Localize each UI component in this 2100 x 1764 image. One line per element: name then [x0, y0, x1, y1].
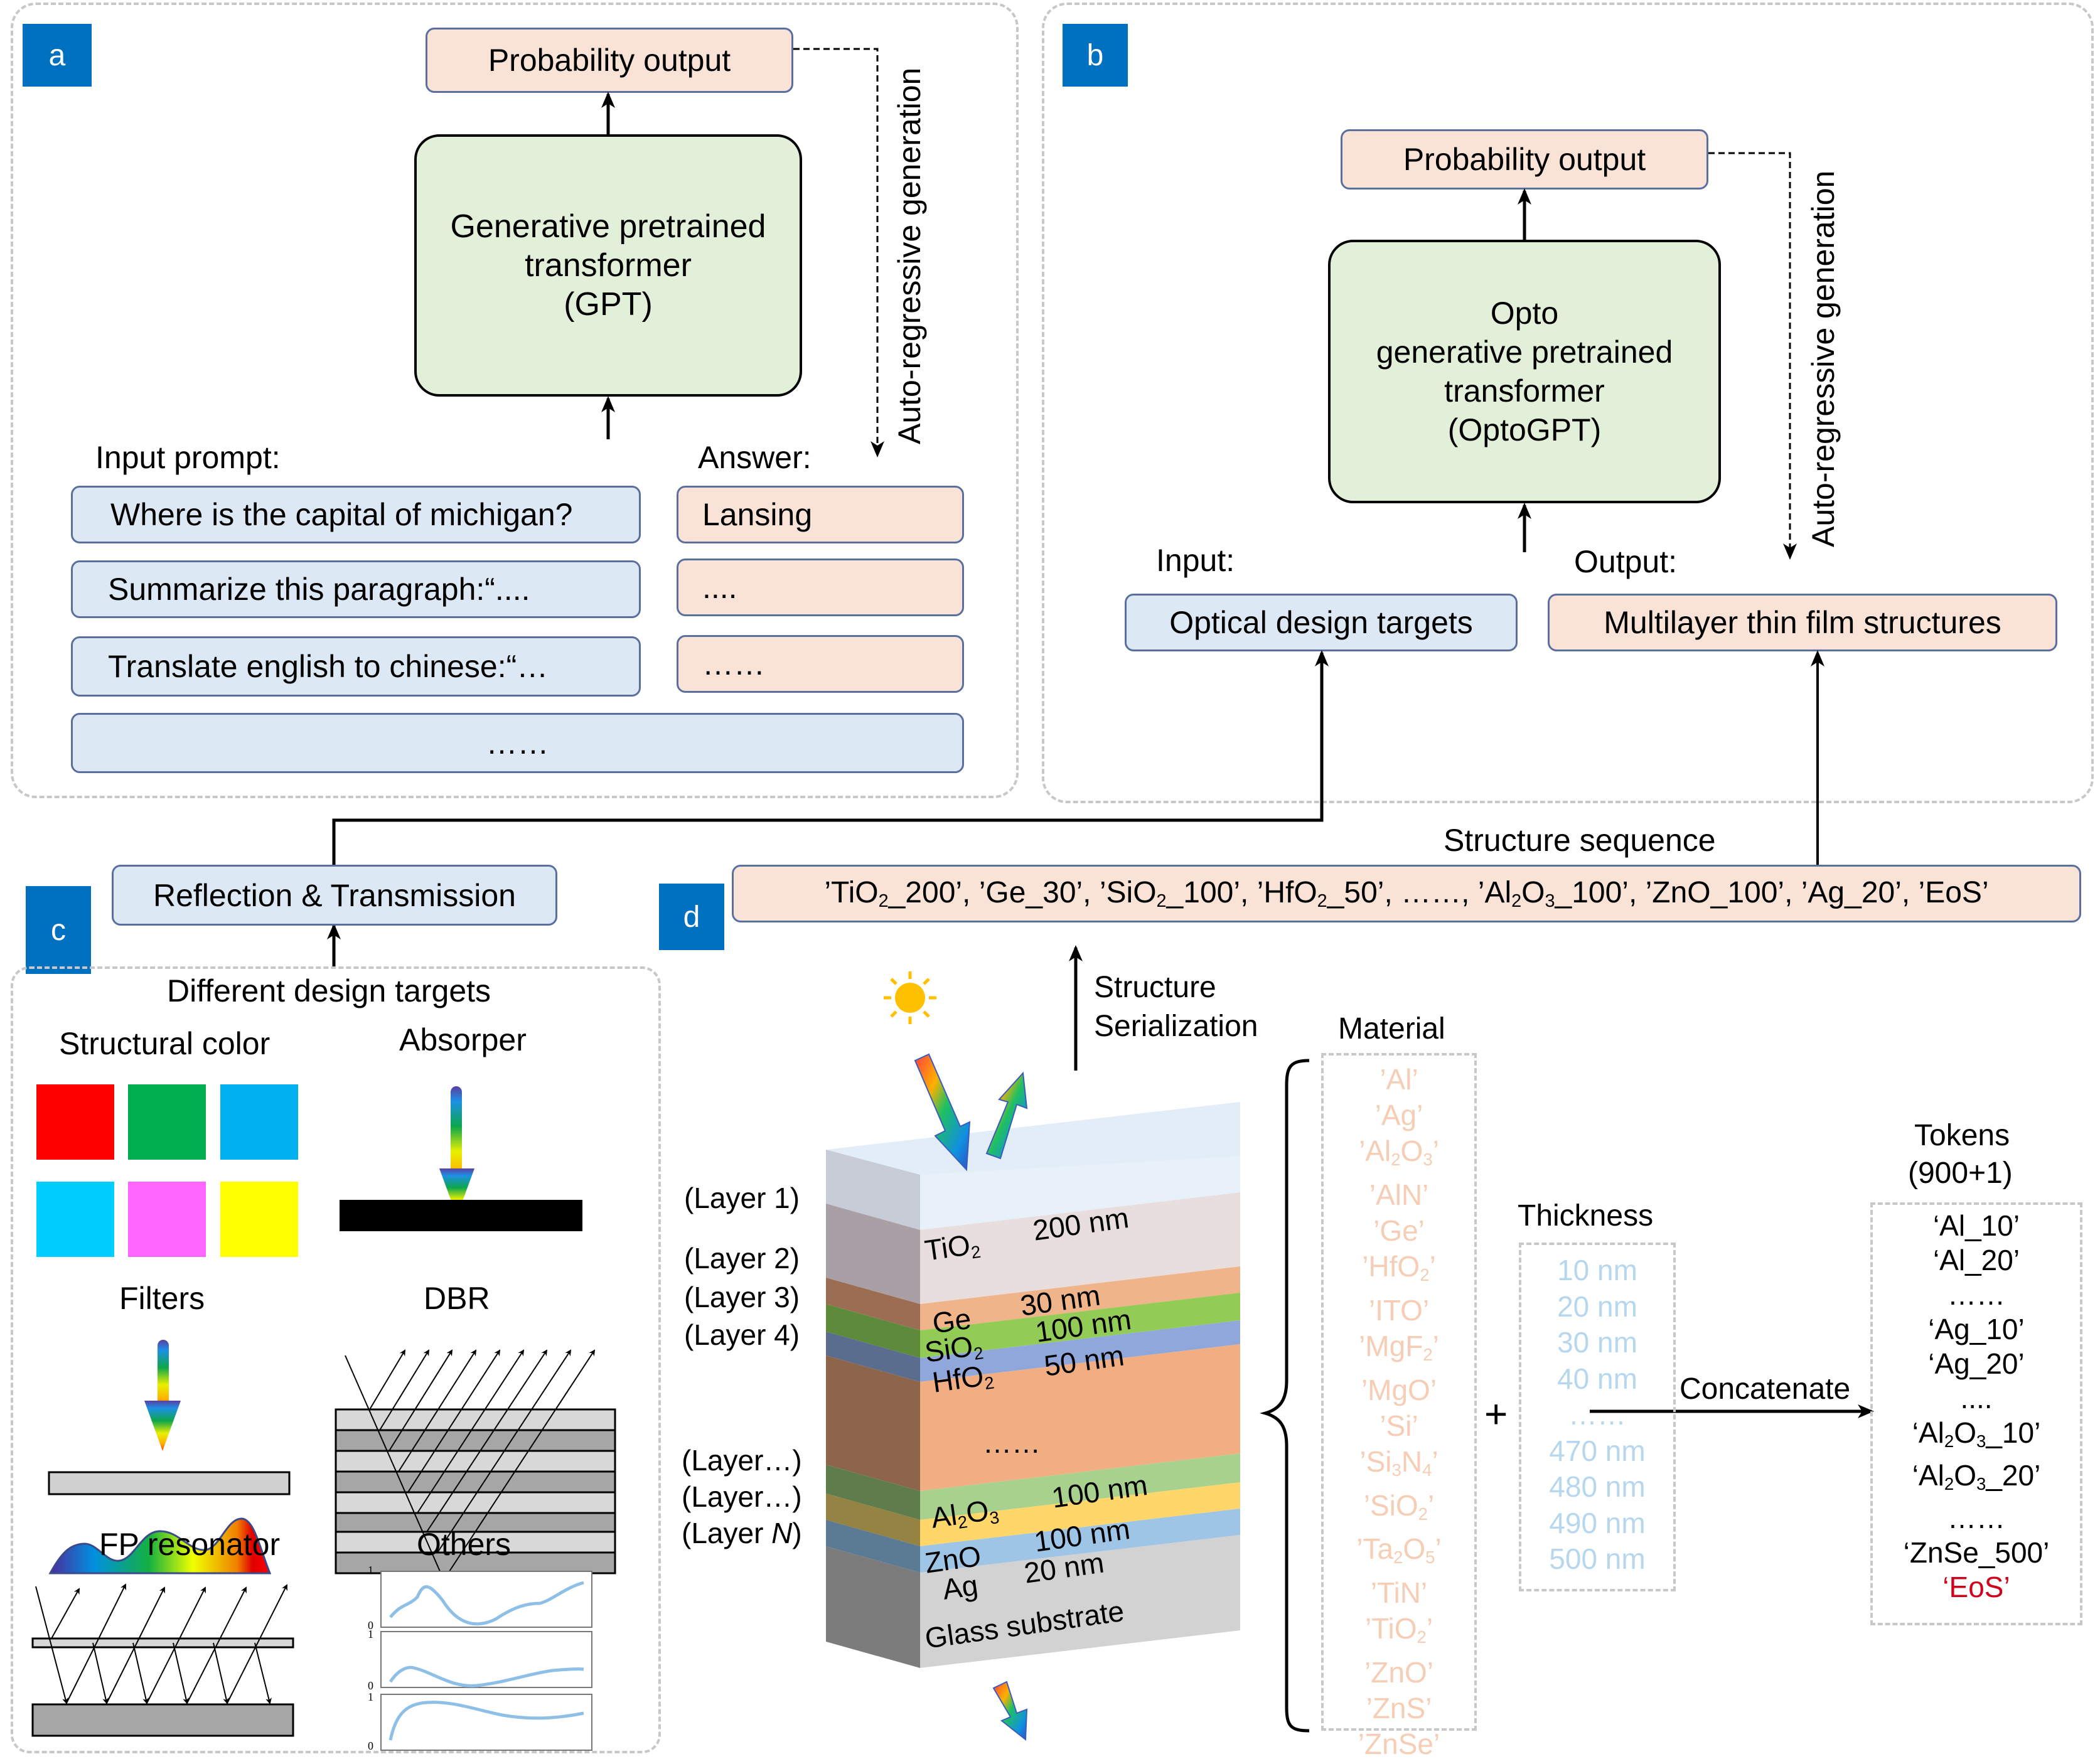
tokens-title-line2: (900+1) — [1908, 1157, 2013, 1190]
layer-label: (Layer 2) — [684, 1242, 800, 1275]
token-item: ‘Al2O3_20’ — [1912, 1458, 2041, 1494]
token-item: .... — [1960, 1382, 1993, 1414]
plus-sign: + — [1484, 1391, 1508, 1436]
material-item: ’SiO2’ — [1363, 1489, 1435, 1524]
token-item: …… — [1947, 1278, 2005, 1311]
material-item: ’MgO’ — [1361, 1373, 1437, 1406]
material-title: Material — [1338, 1012, 1445, 1045]
thickness-item: 10 nm — [1557, 1254, 1637, 1286]
material-item: ’TiO2’ — [1364, 1612, 1433, 1647]
stack-ellipsis: …… — [983, 1426, 1041, 1459]
token-item: ‘Al_20’ — [1932, 1244, 2020, 1276]
material-item: ’Si3N4’ — [1359, 1445, 1438, 1480]
material-item: ’ZnSe’ — [1358, 1728, 1440, 1761]
material-item: ’ITO’ — [1368, 1293, 1430, 1327]
token-item: ‘Al_10’ — [1932, 1209, 2020, 1242]
material-item: ’ZnS’ — [1366, 1692, 1432, 1725]
sun-icon — [884, 971, 936, 1024]
thin-film-stack — [826, 971, 1240, 1741]
material-item: ’Al’ — [1379, 1063, 1418, 1096]
thickness-item: 40 nm — [1557, 1362, 1637, 1395]
material-item: ’Al2O3’ — [1359, 1135, 1439, 1169]
token-item: ‘Ag_20’ — [1928, 1347, 2025, 1380]
material-item: ’TiN’ — [1370, 1576, 1428, 1610]
thickness-item: 480 nm — [1549, 1470, 1646, 1503]
material-item: ’Ta2O5’ — [1356, 1532, 1442, 1568]
material-item: ’ZnO’ — [1364, 1656, 1433, 1689]
thickness-list: 10 nm 20 nm 30 nm 40 nm…… 470 nm 480 nm 490 nm… — [1519, 1253, 1676, 1578]
layer-label: (Layer…) — [682, 1480, 802, 1513]
thickness-title: Thickness — [1518, 1199, 1654, 1232]
layer-label: (Layer 3) — [684, 1281, 800, 1313]
layer-label: (Layer 1) — [684, 1182, 800, 1214]
material-item: ’Ag’ — [1374, 1099, 1423, 1131]
tokens-list: ‘Al_10’ ‘Al_20’…… ‘Ag_10’ ‘Ag_20’.... ‘Al2O3… — [1870, 1209, 2082, 1605]
concatenate-label: Concatenate — [1679, 1372, 1851, 1406]
material-item: ’HfO2’ — [1362, 1249, 1436, 1285]
layer-label: (Layer N) — [682, 1517, 802, 1549]
thickness-item: …… — [1568, 1398, 1626, 1431]
thickness-item: 470 nm — [1549, 1434, 1646, 1467]
stack-ag-name: Ag — [940, 1568, 980, 1606]
token-item: ‘Al2O3_10’ — [1912, 1416, 2041, 1451]
token-item: ‘Ag_10’ — [1928, 1313, 2025, 1345]
material-list: ’Al’ ’Ag’ ’Al2O3’ ’AlN’ ’Ge’ ’HfO2’ ’ITO’ ’MgF2… — [1321, 1062, 1477, 1762]
material-item: ’AlN’ — [1369, 1178, 1429, 1211]
eos-token: ‘EoS’ — [1942, 1570, 2010, 1603]
thickness-item: 500 nm — [1549, 1542, 1646, 1575]
token-item: ‘ZnSe_500’ — [1903, 1536, 2050, 1569]
thickness-item: 30 nm — [1557, 1326, 1637, 1359]
tokens-title-line1: Tokens — [1914, 1119, 2010, 1152]
layer-label: (Layer 4) — [684, 1318, 800, 1351]
thickness-item: 490 nm — [1549, 1506, 1646, 1539]
layer-label: (Layer…) — [682, 1444, 802, 1477]
thickness-item: 20 nm — [1557, 1290, 1637, 1323]
token-item: …… — [1947, 1501, 2005, 1534]
stack-tio2-name: TiO2 — [923, 1228, 982, 1267]
transmitted-light-arrow-icon — [992, 1681, 1028, 1741]
material-item: ’MgF2’ — [1359, 1329, 1439, 1364]
material-item: ’Si’ — [1379, 1409, 1418, 1442]
material-item: ’Ge’ — [1373, 1214, 1425, 1247]
